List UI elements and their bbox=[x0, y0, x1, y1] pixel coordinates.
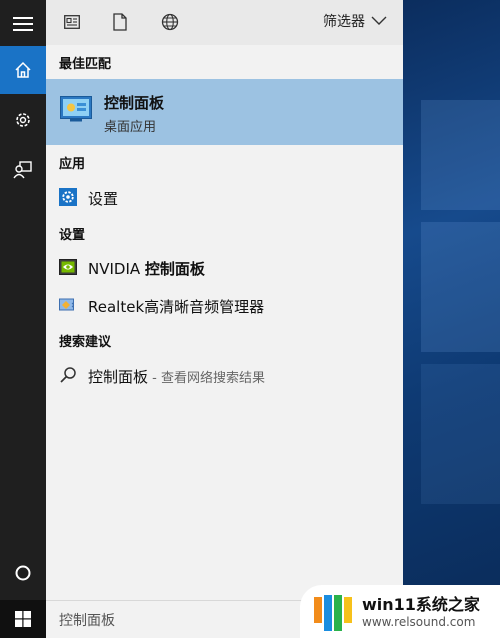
windows-logo-icon bbox=[15, 611, 31, 627]
start-left-rail bbox=[0, 0, 46, 600]
start-button[interactable] bbox=[0, 600, 46, 638]
result-label: NVIDIA 控制面板 bbox=[88, 258, 205, 279]
section-heading-search-suggestions: 搜索建议 bbox=[59, 335, 112, 350]
home-button[interactable] bbox=[0, 46, 46, 94]
home-icon bbox=[15, 61, 31, 78]
section-heading-best-match: 最佳匹配 bbox=[59, 57, 112, 72]
realtek-audio-icon bbox=[59, 298, 75, 311]
cortana-button[interactable] bbox=[0, 549, 46, 597]
news-filter-button[interactable] bbox=[62, 12, 82, 32]
feedback-button[interactable] bbox=[0, 146, 46, 194]
taskbar-search-input[interactable] bbox=[46, 601, 296, 638]
watermark-logo-icon bbox=[314, 595, 352, 631]
suggestion-hint: - 查看网络搜索结果 bbox=[148, 371, 265, 386]
suggestion-query: 控制面板 bbox=[88, 368, 149, 386]
best-match-subtitle: 桌面应用 bbox=[104, 120, 157, 135]
result-label: Realtek高清晰音频管理器 bbox=[88, 298, 265, 316]
filter-label: 筛选器 bbox=[323, 14, 365, 30]
news-icon bbox=[64, 15, 80, 29]
watermark-title: win11系统之家 bbox=[362, 595, 480, 614]
result-nvidia-control-panel[interactable]: NVIDIA 控制面板 bbox=[46, 254, 403, 280]
control-panel-icon bbox=[60, 96, 92, 122]
section-heading-apps: 应用 bbox=[59, 157, 86, 172]
web-search-suggestion[interactable]: 控制面板 - 查看网络搜索结果 bbox=[46, 362, 403, 388]
feedback-person-icon bbox=[13, 161, 32, 179]
wallpaper-pane bbox=[421, 364, 500, 504]
globe-icon bbox=[161, 13, 179, 31]
best-match-name: 控制面板 bbox=[104, 94, 165, 112]
desktop-background bbox=[403, 0, 500, 638]
result-settings-app[interactable]: 设置 bbox=[46, 184, 403, 210]
panel-topbar: 筛选器 bbox=[46, 0, 403, 45]
watermark-url: www.relsound.com bbox=[362, 615, 476, 629]
search-icon bbox=[60, 367, 76, 383]
watermark: win11系统之家 www.relsound.com bbox=[300, 585, 500, 638]
hamburger-menu-button[interactable] bbox=[0, 0, 46, 48]
documents-filter-button[interactable] bbox=[110, 12, 130, 32]
settings-gear-icon bbox=[16, 113, 30, 127]
wallpaper-pane bbox=[421, 100, 500, 210]
result-realtek-audio[interactable]: Realtek高清晰音频管理器 bbox=[46, 292, 403, 318]
cortana-circle-icon bbox=[15, 565, 31, 581]
section-heading-settings: 设置 bbox=[59, 228, 86, 243]
gear-app-icon bbox=[59, 188, 77, 206]
menu-icon bbox=[13, 17, 33, 31]
nvidia-icon bbox=[59, 259, 77, 275]
settings-button[interactable] bbox=[0, 96, 46, 144]
web-filter-button[interactable] bbox=[160, 12, 180, 32]
best-match-result[interactable]: 控制面板 桌面应用 bbox=[46, 79, 403, 145]
nvidia-label-prefix: NVIDIA bbox=[88, 260, 145, 278]
nvidia-label-bold: 控制面板 bbox=[144, 260, 205, 278]
document-icon bbox=[113, 13, 127, 31]
wallpaper-pane bbox=[421, 222, 500, 352]
chevron-down-icon bbox=[371, 16, 387, 25]
result-label: 设置 bbox=[88, 190, 119, 208]
filter-dropdown[interactable]: 筛选器 bbox=[323, 11, 387, 31]
search-results-panel: 筛选器 最佳匹配 控制面板 桌面应用 应用 设置 设置 NVIDIA 控制面板 … bbox=[46, 0, 403, 600]
suggestion-text: 控制面板 - 查看网络搜索结果 bbox=[88, 366, 265, 387]
